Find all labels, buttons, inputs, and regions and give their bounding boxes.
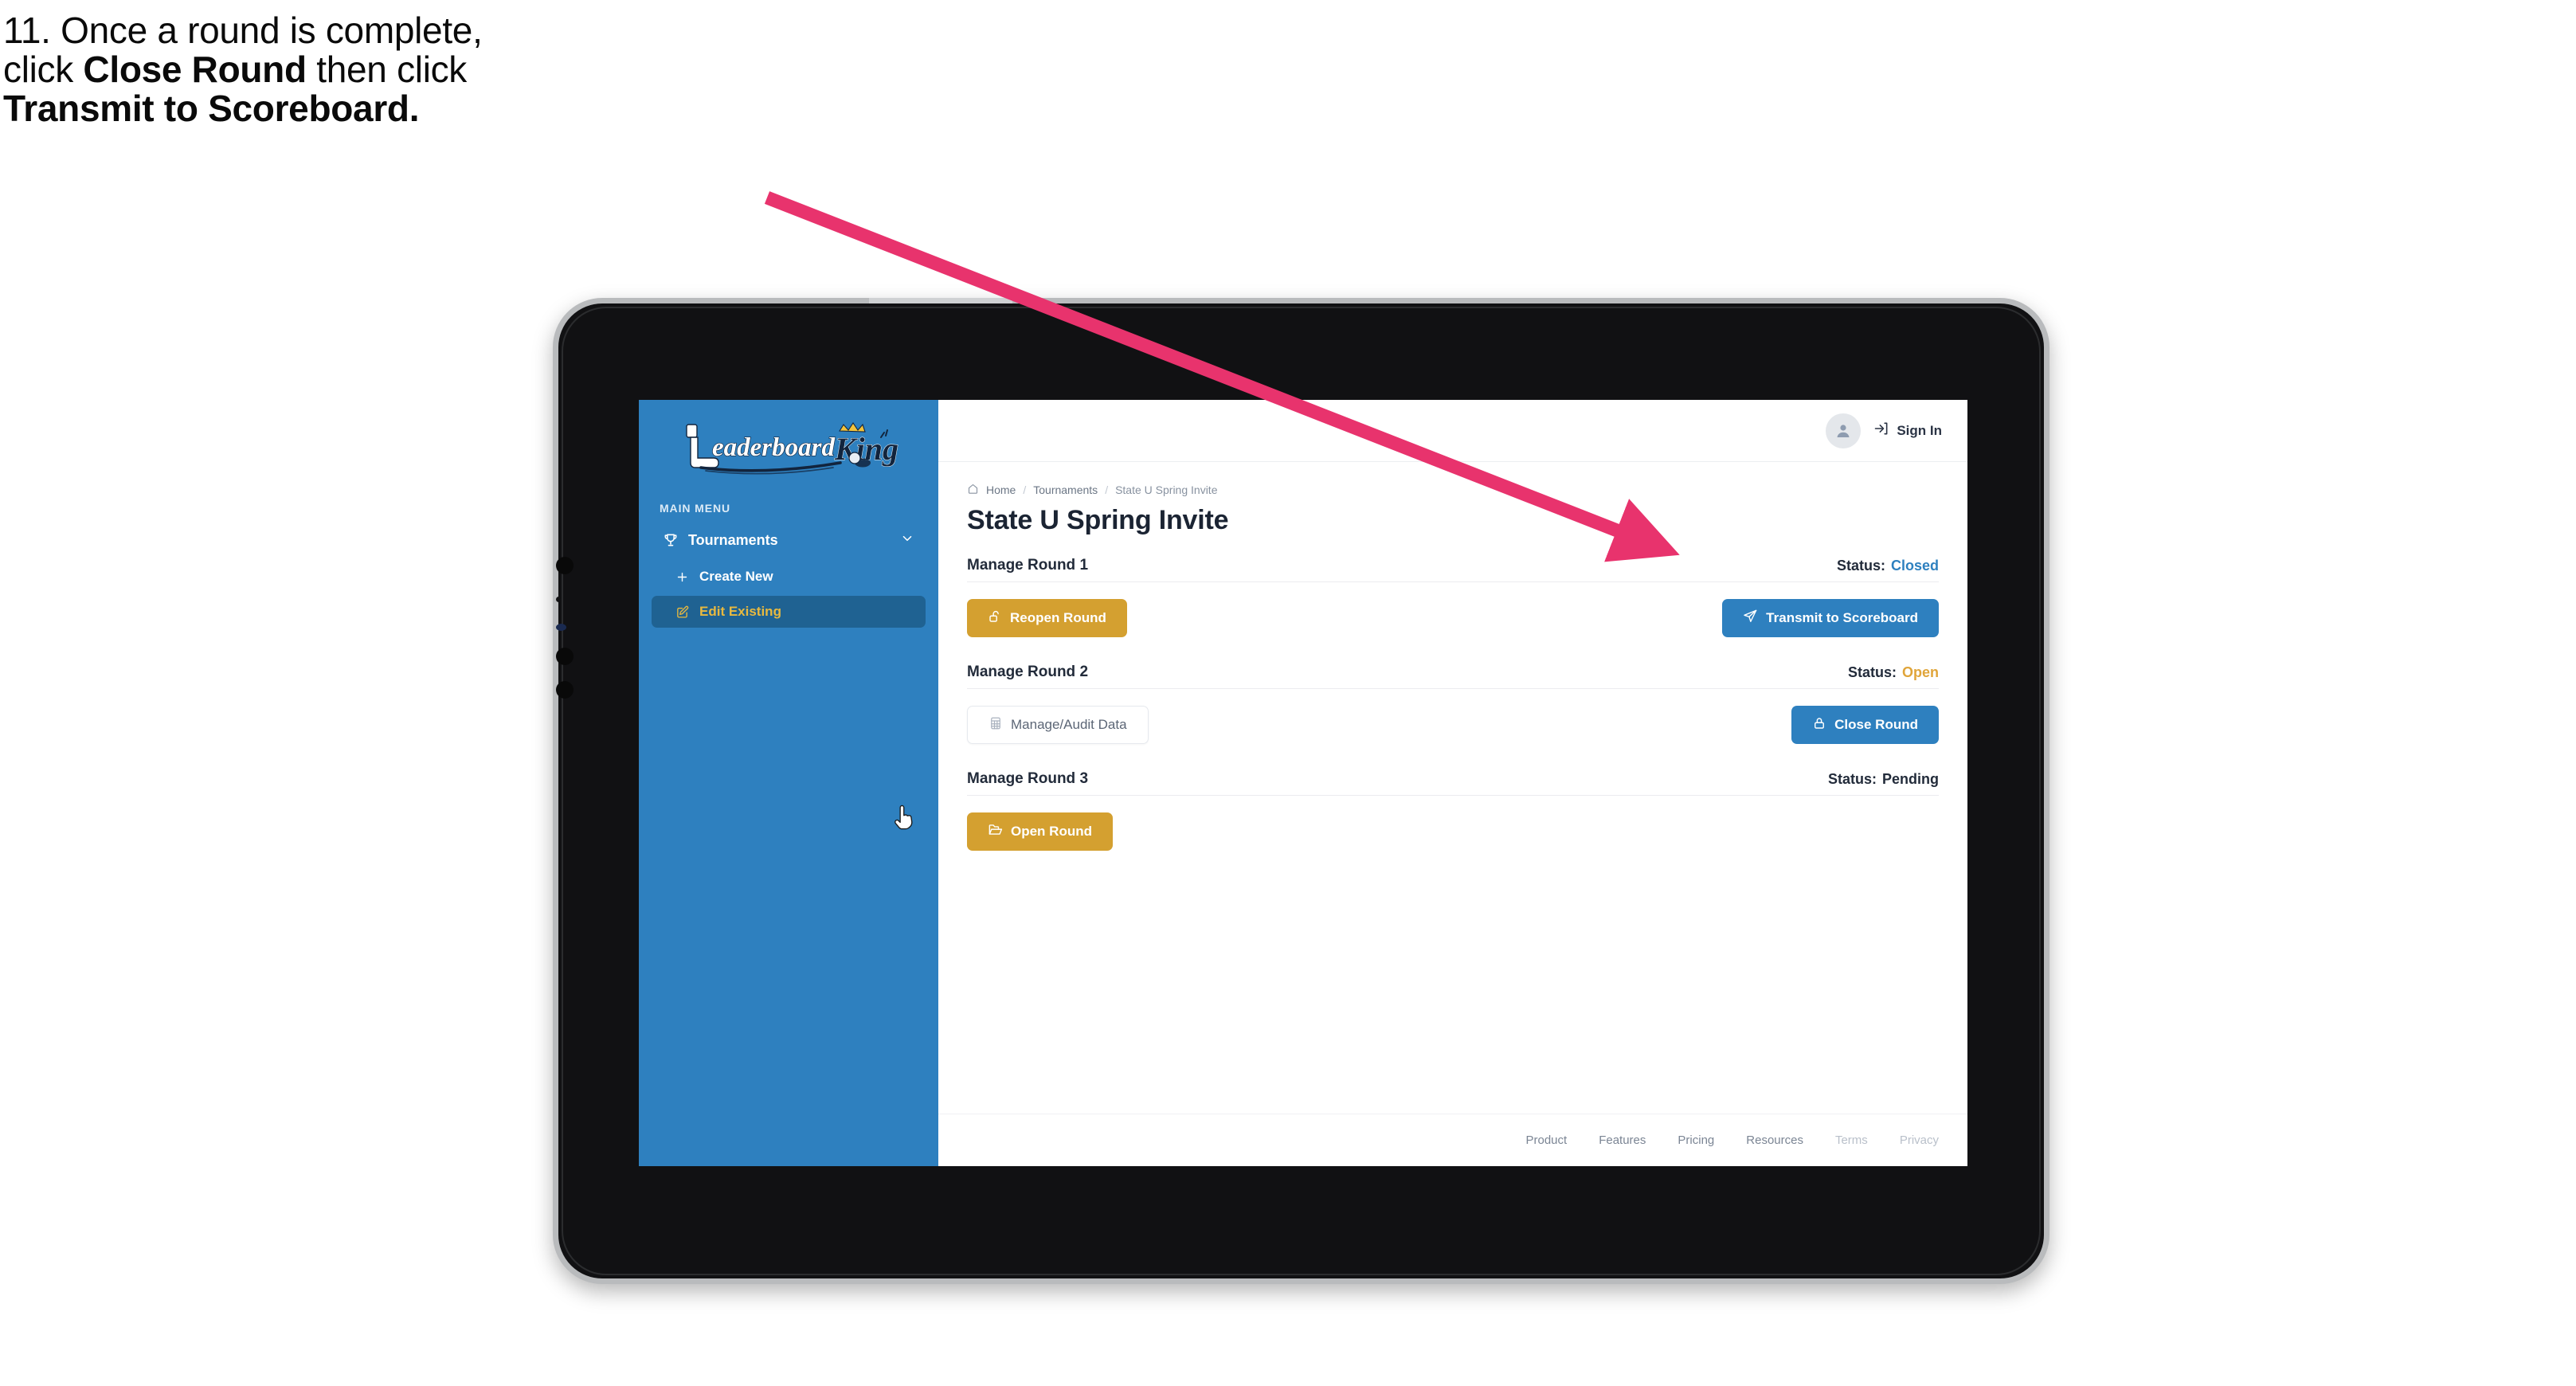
round-section-1: Manage Round 1 Status: Closed Reopen Rou… (967, 557, 1939, 643)
button-label: Transmit to Scoreboard (1766, 610, 1918, 625)
page-title: State U Spring Invite (967, 505, 1229, 535)
round-actions: Reopen Round Transmit to Scoreboard (967, 582, 1939, 643)
status-label: Status: (1847, 664, 1897, 680)
table-grid-icon (989, 716, 1003, 734)
footer-link-privacy[interactable]: Privacy (1900, 1133, 1939, 1147)
main-content: Sign In Home / Tournaments / State U Spr… (938, 400, 1967, 1166)
user-avatar-icon (1837, 424, 1850, 437)
svg-text:eaderboard: eaderboard (712, 433, 835, 462)
status-value: Pending (1882, 771, 1939, 787)
unlock-icon (988, 609, 1002, 628)
round-header: Manage Round 1 Status: Closed (967, 557, 1939, 581)
status-badge: Status: Open (1848, 664, 1939, 681)
button-label: Manage/Audit Data (1011, 717, 1127, 732)
sidebar-item-edit-existing[interactable]: Edit Existing (652, 596, 926, 628)
reopen-round-button[interactable]: Reopen Round (967, 599, 1127, 637)
device-top-notch (869, 298, 1012, 303)
avatar[interactable] (1826, 413, 1862, 448)
status-value: Closed (1890, 558, 1939, 574)
round-actions: Open Round (967, 796, 1939, 856)
lock-icon (1812, 716, 1826, 734)
tablet-device-frame: eaderboard King MAIN MENU Tournaments Cr… (553, 298, 2049, 1284)
pointing-hand-cursor (895, 805, 913, 830)
sign-in-button[interactable]: Sign In (1873, 421, 1942, 440)
sign-in-label: Sign In (1897, 422, 1942, 438)
breadcrumb-home[interactable]: Home (986, 484, 1016, 496)
tablet-screen: eaderboard King MAIN MENU Tournaments Cr… (639, 400, 1967, 1166)
page-body: Home / Tournaments / State U Spring Invi… (938, 462, 1967, 1114)
device-sensor-dot (556, 557, 574, 574)
chevron-down-icon[interactable] (900, 531, 914, 550)
golf-club-crown-logo: eaderboard King (686, 422, 898, 475)
status-label: Status: (1836, 558, 1885, 574)
footer-link-features[interactable]: Features (1599, 1133, 1646, 1147)
caption-line-2-bold: Close Round (83, 48, 307, 90)
device-sensor-dot (556, 648, 574, 665)
app-logo[interactable]: eaderboard King (639, 411, 938, 481)
paper-plane-icon (1743, 609, 1758, 628)
breadcrumb-separator: / (1023, 484, 1027, 496)
round-section-2: Manage Round 2 Status: Open Manage/Audit… (967, 664, 1939, 750)
breadcrumb-current: State U Spring Invite (1115, 484, 1218, 496)
button-label: Reopen Round (1010, 610, 1106, 625)
sidebar-item-label: Create New (699, 569, 773, 584)
caption-line-2-suffix: then click (306, 48, 468, 90)
caption-line-3-bold: Transmit to Scoreboard. (3, 87, 420, 129)
open-round-button[interactable]: Open Round (967, 812, 1113, 851)
transmit-to-scoreboard-button[interactable]: Transmit to Scoreboard (1722, 599, 1939, 637)
sidebar-item-create-new[interactable]: Create New (652, 561, 926, 593)
status-badge: Status: Closed (1837, 558, 1939, 574)
sidebar-section-label: MAIN MENU (660, 502, 730, 515)
status-badge: Status: Pending (1828, 771, 1939, 788)
footer-link-terms[interactable]: Terms (1835, 1133, 1868, 1147)
breadcrumb: Home / Tournaments / State U Spring Invi… (967, 483, 1939, 497)
round-header: Manage Round 3 Status: Pending (967, 770, 1939, 795)
breadcrumb-separator: / (1105, 484, 1109, 496)
round-header: Manage Round 2 Status: Open (967, 664, 1939, 688)
home-icon[interactable] (967, 483, 979, 497)
round-section-3: Manage Round 3 Status: Pending Open Roun… (967, 770, 1939, 856)
round-title: Manage Round 2 (967, 664, 1089, 680)
sidebar: eaderboard King MAIN MENU Tournaments Cr… (639, 400, 938, 1166)
device-sensor-dot (556, 681, 574, 699)
close-round-button[interactable]: Close Round (1791, 706, 1939, 744)
round-title: Manage Round 3 (967, 770, 1089, 787)
breadcrumb-tournaments[interactable]: Tournaments (1033, 484, 1098, 496)
button-label: Open Round (1011, 824, 1092, 839)
edit-pencil-icon (675, 605, 699, 619)
caption-line-1: 11. Once a round is complete, (3, 10, 483, 51)
caption-line-2-prefix: click (3, 48, 84, 90)
sidebar-item-label: Tournaments (688, 531, 778, 548)
screenshot-canvas: 11. Once a round is complete, click Clos… (0, 0, 2576, 1386)
footer-link-product[interactable]: Product (1526, 1133, 1568, 1147)
sidebar-item-tournaments[interactable]: Tournaments (652, 523, 926, 558)
footer: Product Features Pricing Resources Terms… (938, 1114, 1967, 1166)
sidebar-item-label: Edit Existing (699, 604, 781, 619)
round-actions: Manage/Audit Data Close Round (967, 689, 1939, 750)
trophy-icon (663, 532, 683, 548)
device-camera-dot (556, 624, 566, 631)
instruction-caption: 11. Once a round is complete, click Clos… (3, 11, 848, 127)
plus-icon (675, 570, 699, 584)
footer-link-pricing[interactable]: Pricing (1678, 1133, 1714, 1147)
top-bar: Sign In (938, 400, 1967, 462)
device-sensor-dot (556, 597, 562, 602)
manage-audit-data-button[interactable]: Manage/Audit Data (967, 706, 1149, 744)
button-label: Close Round (1834, 717, 1918, 732)
sign-in-arrow-icon (1873, 421, 1889, 440)
status-value: Open (1901, 664, 1939, 680)
folder-open-icon (988, 822, 1003, 841)
status-label: Status: (1827, 771, 1877, 787)
round-title: Manage Round 1 (967, 557, 1089, 574)
footer-link-resources[interactable]: Resources (1746, 1133, 1803, 1147)
